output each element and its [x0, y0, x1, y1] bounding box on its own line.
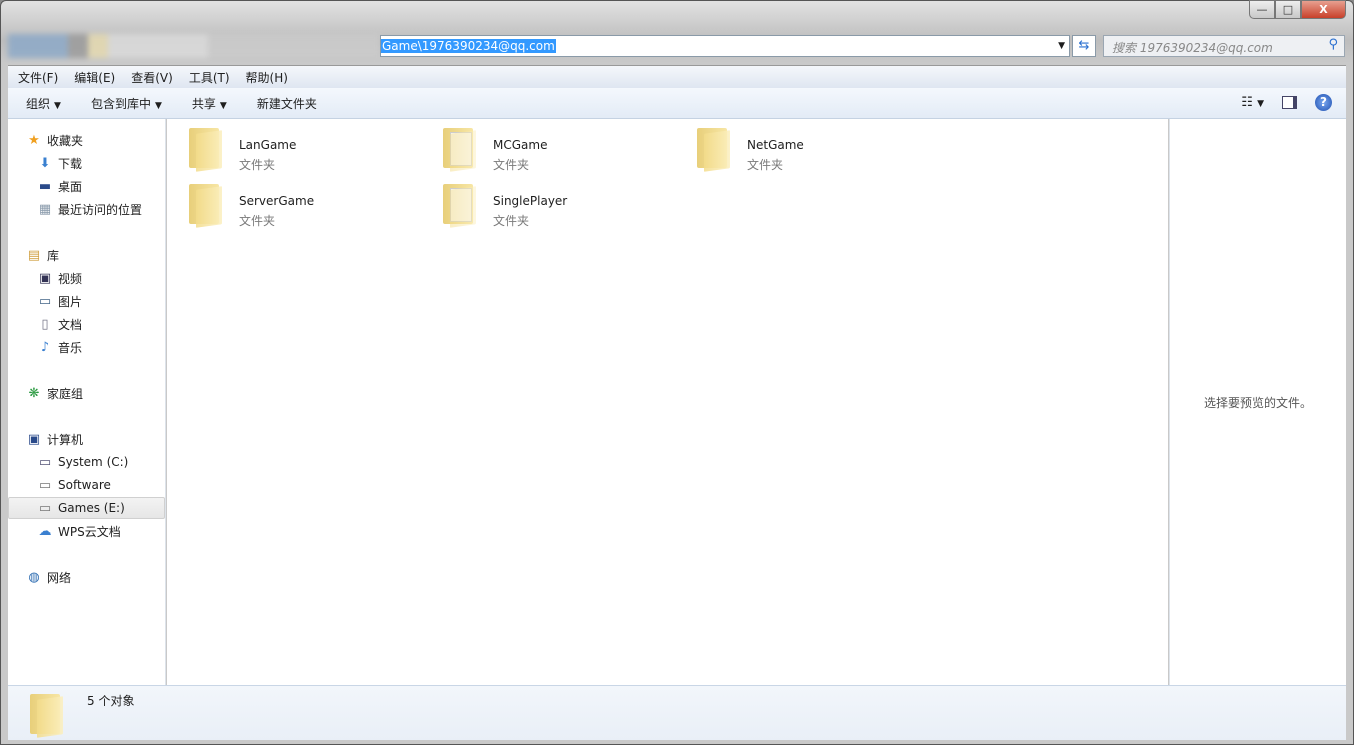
system-drive-icon: ▭ — [38, 454, 52, 470]
menu-file[interactable]: 文件(F) — [18, 69, 58, 86]
menu-bar: 文件(F) 编辑(E) 查看(V) 工具(T) 帮助(H) — [8, 65, 1346, 88]
video-icon: ▣ — [38, 270, 52, 286]
preview-pane: 选择要预览的文件。 — [1169, 119, 1346, 685]
refresh-icon[interactable]: ⇆ — [1072, 35, 1096, 57]
item-count: 5 个对象 — [87, 694, 135, 708]
help-icon[interactable]: ? — [1315, 94, 1332, 111]
folder-item[interactable]: SinglePlayer 文件夹 — [421, 180, 661, 230]
menu-help[interactable]: 帮助(H) — [246, 69, 288, 86]
file-list: LanGame 文件夹 MCGame 文件夹 NetGame 文件夹 ServerGa… — [167, 119, 1168, 685]
search-icon[interactable]: ⚲ — [1328, 37, 1338, 52]
drive-icon: ▭ — [38, 500, 52, 516]
folder-item[interactable]: LanGame 文件夹 — [167, 124, 407, 174]
folder-icon — [187, 180, 225, 228]
sidebar-item-music[interactable]: ♪ 音乐 — [8, 336, 165, 358]
chevron-down-icon[interactable]: ▼ — [1058, 41, 1065, 51]
folder-item[interactable]: MCGame 文件夹 — [421, 124, 661, 174]
blurred-title-area — [8, 34, 380, 58]
sidebar-item-recent[interactable]: ▦ 最近访问的位置 — [8, 198, 165, 220]
recent-places-icon: ▦ — [38, 201, 52, 217]
sidebar-item-documents[interactable]: ▯ 文档 — [8, 313, 165, 335]
homegroup-icon: ❋ — [28, 385, 40, 401]
drive-icon: ▭ — [38, 477, 52, 493]
new-folder-button[interactable]: 新建文件夹 — [257, 95, 317, 112]
details-pane: 5 个对象 — [8, 685, 1346, 740]
folder-with-documents-icon — [441, 124, 479, 172]
folder-item[interactable]: ServerGame 文件夹 — [167, 180, 407, 230]
sidebar-favorites[interactable]: ★ 收藏夹 — [8, 129, 165, 151]
sidebar-item-downloads[interactable]: ⬇ 下载 — [8, 152, 165, 174]
sidebar-item-desktop[interactable]: ▬ 桌面 — [8, 175, 165, 197]
computer-icon: ▣ — [27, 431, 41, 447]
share-button[interactable]: 共享 ▼ — [192, 95, 227, 112]
folder-icon — [187, 124, 225, 172]
folder-with-documents-icon — [441, 180, 479, 228]
minimize-button[interactable]: — — [1249, 0, 1275, 19]
navigation-pane: ★ 收藏夹 ⬇ 下载 ▬ 桌面 ▦ 最近访问的位置 ▤ 库 ▣ 视频 ▭ 图片 ▯ 文档 ♪ 音乐… — [8, 119, 166, 685]
sidebar-item-wps-cloud[interactable]: ☁ WPS云文档 — [8, 520, 165, 542]
picture-icon: ▭ — [38, 293, 52, 309]
sidebar-item-videos[interactable]: ▣ 视频 — [8, 267, 165, 289]
address-bar[interactable]: Game\1976390234@qq.com ▼ — [380, 35, 1070, 57]
preview-message: 选择要预览的文件。 — [1203, 395, 1312, 410]
sidebar-homegroup[interactable]: ❋ 家庭组 — [8, 382, 165, 404]
window-controls: — □ X — [1249, 0, 1346, 19]
organize-button[interactable]: 组织 ▼ — [26, 95, 61, 112]
search-placeholder: 搜索 1976390234@qq.com — [1112, 41, 1273, 55]
preview-pane-icon[interactable] — [1282, 96, 1297, 109]
folder-item[interactable]: NetGame 文件夹 — [675, 124, 915, 174]
address-path[interactable]: Game\1976390234@qq.com — [381, 39, 556, 53]
folder-icon — [28, 690, 66, 738]
include-in-library-button[interactable]: 包含到库中 ▼ — [91, 95, 162, 112]
sidebar-computer[interactable]: ▣ 计算机 — [8, 428, 165, 450]
view-options-icon[interactable]: ☷ ▼ — [1241, 95, 1264, 110]
menu-edit[interactable]: 编辑(E) — [74, 69, 115, 86]
folder-icon — [695, 124, 733, 172]
library-icon: ▤ — [27, 247, 41, 263]
cloud-icon: ☁ — [38, 523, 52, 539]
document-icon: ▯ — [41, 316, 49, 332]
search-input[interactable]: 搜索 1976390234@qq.com ⚲ — [1103, 35, 1345, 57]
menu-view[interactable]: 查看(V) — [131, 69, 173, 86]
sidebar-libraries[interactable]: ▤ 库 — [8, 244, 165, 266]
menu-tools[interactable]: 工具(T) — [189, 69, 230, 86]
download-icon: ⬇ — [39, 155, 51, 171]
desktop-icon: ▬ — [38, 178, 52, 194]
sidebar-item-drive-c[interactable]: ▭ System (C:) — [8, 451, 165, 473]
toolbar: 组织 ▼ 包含到库中 ▼ 共享 ▼ 新建文件夹 ☷ ▼ ? — [8, 88, 1346, 119]
sidebar-item-games[interactable]: ▭ Games (E:) — [8, 497, 165, 519]
sidebar-item-pictures[interactable]: ▭ 图片 — [8, 290, 165, 312]
maximize-button[interactable]: □ — [1275, 0, 1301, 19]
star-icon: ★ — [28, 132, 40, 148]
sidebar-item-software[interactable]: ▭ Software — [8, 474, 165, 496]
network-icon: ◍ — [28, 569, 40, 585]
close-button[interactable]: X — [1301, 0, 1346, 19]
sidebar-network[interactable]: ◍ 网络 — [8, 566, 165, 588]
music-icon: ♪ — [40, 339, 50, 355]
